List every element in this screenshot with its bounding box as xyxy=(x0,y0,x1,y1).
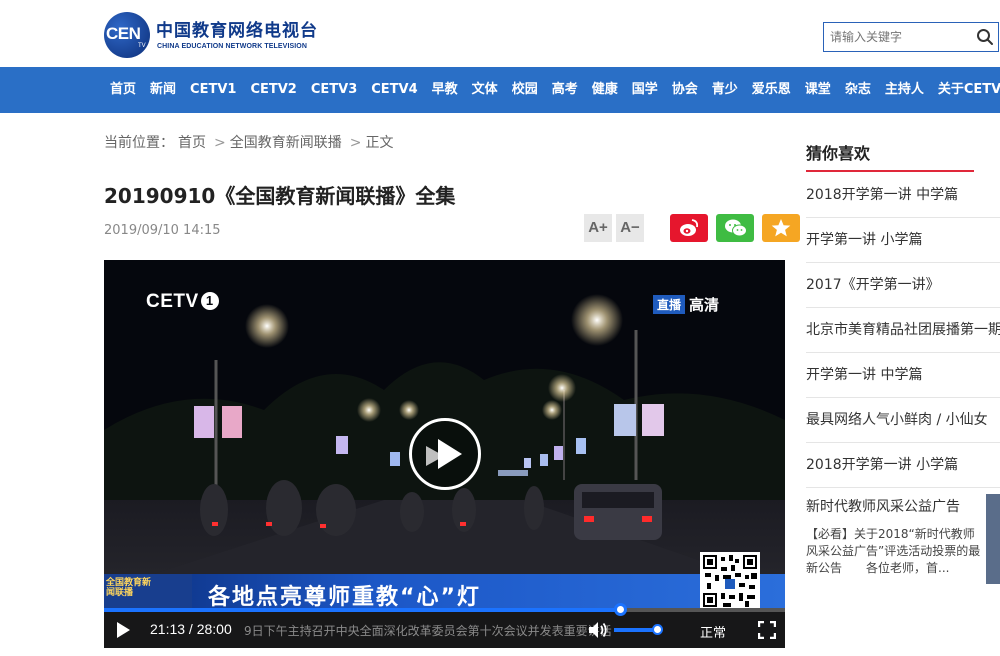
nav-item-magazine[interactable]: 杂志 xyxy=(845,67,871,113)
nav-item-hosts[interactable]: 主持人 xyxy=(885,67,924,113)
video-controls: 21:13 / 28:00 9日下午主持召开中央全面深化改革委员会第十次会议并发… xyxy=(104,612,785,648)
nav-item-early-education[interactable]: 早教 xyxy=(432,67,458,113)
volume-slider[interactable] xyxy=(614,624,664,635)
featured-card-thumbnail[interactable] xyxy=(986,494,1000,584)
live-label: 直播 xyxy=(653,295,686,314)
sidebar-item[interactable]: 开学第一讲 中学篇 xyxy=(806,353,1000,398)
font-decrease-button[interactable]: A− xyxy=(616,214,644,242)
nav-item-cetv4[interactable]: CETV4 xyxy=(371,67,417,113)
weibo-icon xyxy=(680,219,699,236)
breadcrumb-home[interactable]: 首页 xyxy=(178,135,206,151)
channel-logo-text: CETV xyxy=(146,291,199,312)
nav-item-association[interactable]: 协会 xyxy=(672,67,698,113)
breadcrumb: 当前位置： 首页 > 全国教育新闻联播 > 正文 xyxy=(104,132,397,152)
nav-item-classroom[interactable]: 课堂 xyxy=(805,67,831,113)
nav-item-culture-sports[interactable]: 文体 xyxy=(472,67,498,113)
nav-item-gaokao[interactable]: 高考 xyxy=(552,67,578,113)
time-display: 21:13 / 28:00 xyxy=(150,621,232,637)
sidebar-title: 猜你喜欢 xyxy=(806,144,871,163)
font-increase-button[interactable]: A+ xyxy=(584,214,612,242)
volume-icon[interactable] xyxy=(587,619,609,641)
channel-logo: CETV 1 xyxy=(146,291,219,313)
nav-list: 首页 新闻 CETV1 CETV2 CETV3 CETV4 早教 文体 校园 高… xyxy=(110,67,1000,113)
star-icon xyxy=(771,219,791,237)
site-header: CEN TV 中国教育网络电视台 CHINA EDUCATION NETWORK… xyxy=(0,0,1000,67)
sidebar-item[interactable]: 最具网络人气小鲜肉 / 小仙女 xyxy=(806,398,1000,443)
nav-item-news[interactable]: 新闻 xyxy=(150,67,176,113)
nav-item-health[interactable]: 健康 xyxy=(592,67,618,113)
site-logo[interactable]: CEN TV 中国教育网络电视台 CHINA EDUCATION NETWORK… xyxy=(104,12,317,60)
breadcrumb-prefix: 当前位置： xyxy=(104,135,174,151)
nav-item-cetv1[interactable]: CETV1 xyxy=(190,67,236,113)
article-title: 20190910《全国教育新闻联播》全集 xyxy=(104,184,456,208)
qr-code xyxy=(700,552,760,610)
sidebar-item[interactable]: 2018开学第一讲 小学篇 xyxy=(806,443,1000,488)
qr-code-icon xyxy=(703,555,757,607)
search-box xyxy=(823,22,999,52)
caption-headline: 各地点亮尊师重教“心”灯 xyxy=(208,585,481,610)
nav-item-youth[interactable]: 青少 xyxy=(712,67,738,113)
featured-card-description: 【必看】关于2018“新时代教师风采公益广告”评选活动投票的最新公告 各位老师，… xyxy=(806,527,981,575)
quality-selector[interactable]: 正常 xyxy=(700,622,726,641)
breadcrumb-separator-icon: > xyxy=(349,135,362,151)
sidebar-title-underline xyxy=(806,170,974,172)
featured-card-title[interactable]: 新时代教师风采公益广告 xyxy=(806,496,1000,516)
breadcrumb-section[interactable]: 全国教育新闻联播 xyxy=(230,135,342,151)
sidebar-list: 2018开学第一讲 中学篇 开学第一讲 小学篇 2017《开学第一讲》 北京市美… xyxy=(806,173,1000,488)
big-play-button[interactable] xyxy=(409,418,481,490)
favorite-button[interactable] xyxy=(762,214,800,242)
volume-fill xyxy=(614,628,658,632)
sidebar-item[interactable]: 开学第一讲 小学篇 xyxy=(806,218,1000,263)
hd-label: 高清 xyxy=(689,296,720,314)
wechat-icon xyxy=(725,219,747,237)
share-wechat-button[interactable] xyxy=(716,214,754,242)
nav-item-home[interactable]: 首页 xyxy=(110,67,136,113)
share-weibo-button[interactable] xyxy=(670,214,708,242)
article-tools: A+ A− xyxy=(584,214,800,244)
main-nav: 首页 新闻 CETV1 CETV2 CETV3 CETV4 早教 文体 校园 高… xyxy=(0,67,1000,113)
logo-mark: CEN xyxy=(106,24,141,43)
live-badge: 直播 高清 xyxy=(653,294,719,315)
nav-item-cetv2[interactable]: CETV2 xyxy=(250,67,296,113)
sidebar-featured-card[interactable]: 新时代教师风采公益广告 【必看】关于2018“新时代教师风采公益广告”评选活动投… xyxy=(806,494,1000,584)
logo-chinese-name: 中国教育网络电视台 xyxy=(156,21,318,41)
sidebar-item[interactable]: 2017《开学第一讲》 xyxy=(806,263,1000,308)
sidebar-item[interactable]: 北京市美育精品社团展播第一期 xyxy=(806,308,1000,353)
fullscreen-icon[interactable] xyxy=(758,621,776,639)
nav-item-campus[interactable]: 校园 xyxy=(512,67,538,113)
search-input[interactable] xyxy=(824,23,972,51)
search-icon[interactable] xyxy=(976,28,994,46)
logo-emblem: CEN TV xyxy=(104,12,150,58)
channel-logo-number: 1 xyxy=(200,292,219,310)
video-player[interactable]: CETV 1 直播 高清 全国教育新闻联播 各地点亮尊师重教“心”灯 21:13… xyxy=(104,260,785,648)
nav-item-ailean[interactable]: 爱乐恩 xyxy=(752,67,791,113)
nav-item-about[interactable]: 关于CETV xyxy=(938,67,1000,113)
article-date: 2019/09/10 14:15 xyxy=(104,223,221,238)
sidebar-item[interactable]: 2018开学第一讲 中学篇 xyxy=(806,173,1000,218)
caption-program-text: 全国教育新闻联播 xyxy=(106,578,152,598)
nav-item-guoxue[interactable]: 国学 xyxy=(632,67,658,113)
breadcrumb-separator-icon: > xyxy=(214,135,226,151)
nav-item-cetv3[interactable]: CETV3 xyxy=(311,67,357,113)
play-icon xyxy=(438,439,462,469)
breadcrumb-current: 正文 xyxy=(365,135,394,151)
logo-mark-sub: TV xyxy=(138,43,146,49)
logo-english-name: CHINA EDUCATION NETWORK TELEVISION xyxy=(157,43,308,50)
play-icon[interactable] xyxy=(114,621,132,639)
